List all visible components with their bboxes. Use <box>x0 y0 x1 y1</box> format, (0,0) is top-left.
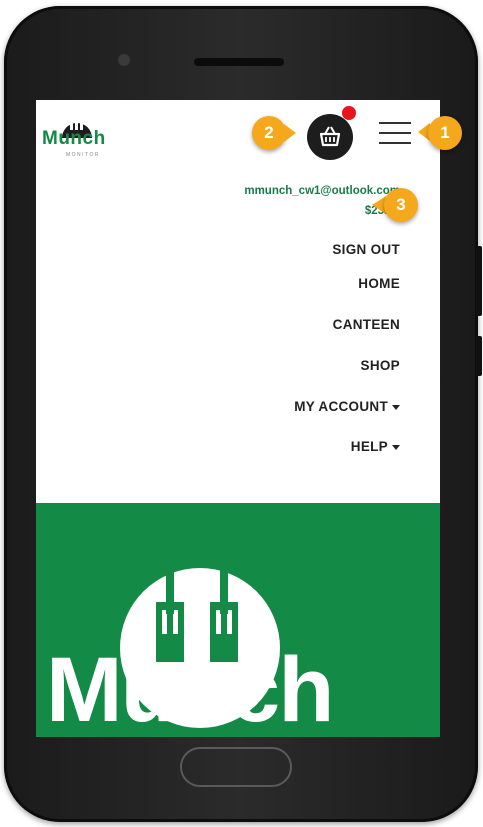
hamburger-line <box>379 132 411 134</box>
menu-item-label: MY ACCOUNT <box>294 399 388 414</box>
hamburger-menu-button[interactable] <box>379 118 415 148</box>
speaker-grille <box>194 58 284 66</box>
logo-text: Munch <box>42 128 106 149</box>
chevron-down-icon <box>392 444 400 450</box>
menu-item-label: SIGN OUT <box>332 242 400 257</box>
munch-logo[interactable]: Munch MONITOR <box>42 108 122 162</box>
menu-item-canteen[interactable]: CANTEEN <box>333 317 400 332</box>
hamburger-line <box>379 142 411 144</box>
menu-item-shop[interactable]: SHOP <box>361 358 400 373</box>
hamburger-line <box>379 122 411 124</box>
callout-badge: 3 <box>384 188 418 222</box>
menu-item-my-account[interactable]: MY ACCOUNT <box>294 399 400 414</box>
menu-item-label: SHOP <box>360 358 400 373</box>
callout-badge: 1 <box>428 116 462 150</box>
menu-item-help[interactable]: HELP <box>351 439 400 454</box>
menu-item-label: HELP <box>350 439 388 454</box>
menu-item-label: CANTEEN <box>332 317 400 332</box>
menu-item-label: HOME <box>358 276 400 291</box>
menu-item-sign-out[interactable]: SIGN OUT <box>332 242 400 257</box>
logo-subtext: MONITOR <box>66 152 101 158</box>
power-button <box>476 336 482 376</box>
camera-icon <box>118 54 130 66</box>
menu-item-home[interactable]: HOME <box>358 276 400 291</box>
callout-pointer <box>284 124 296 142</box>
notification-dot <box>342 106 356 120</box>
chevron-down-icon <box>392 404 400 410</box>
volume-button <box>476 246 482 316</box>
home-button[interactable] <box>180 747 292 787</box>
banner-logo-text: Munch <box>46 639 334 737</box>
callout-badge: 2 <box>252 116 286 150</box>
basket-button[interactable] <box>307 114 353 160</box>
basket-icon <box>319 126 341 147</box>
